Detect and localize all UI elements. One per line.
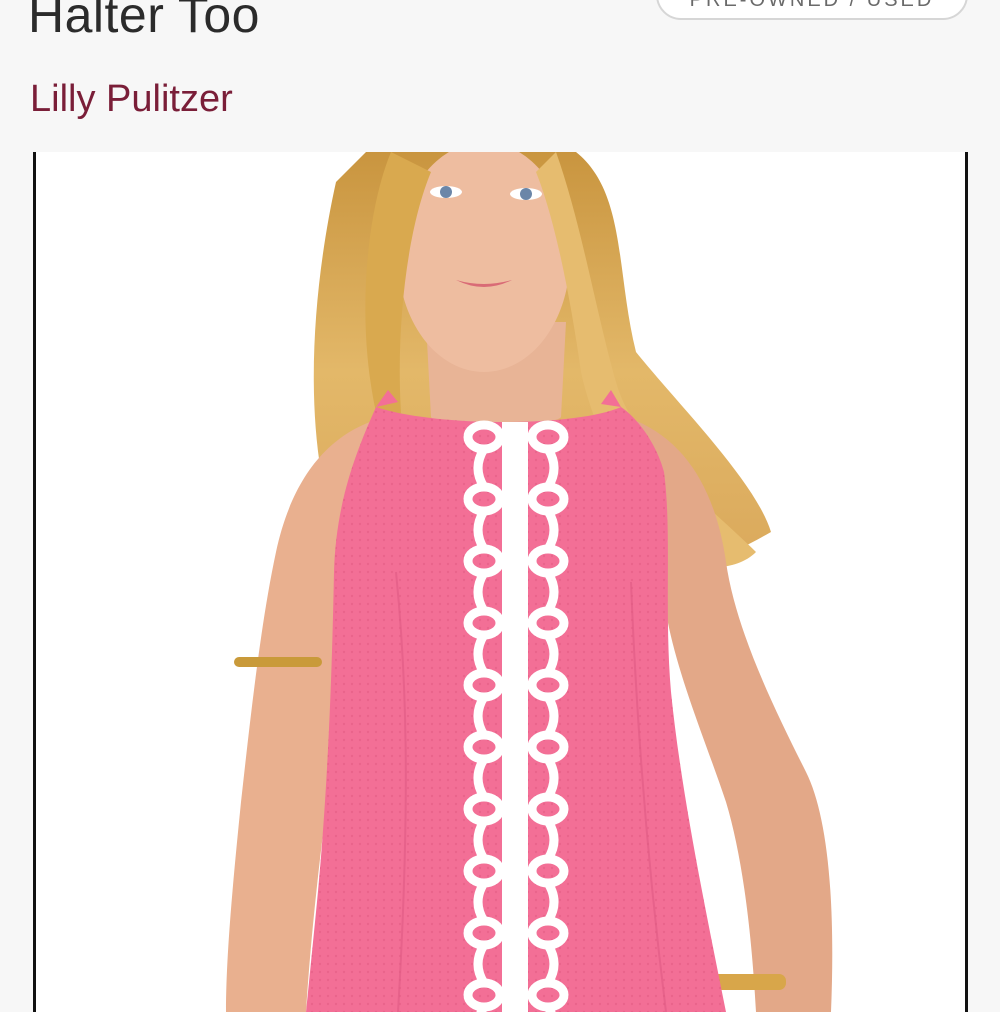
- lace-trim: [463, 420, 569, 1012]
- arm-bangle: [234, 657, 322, 667]
- wrist-bracelet: [712, 974, 786, 990]
- product-photo[interactable]: [33, 152, 968, 1012]
- listing-title: Halter Too: [28, 0, 260, 43]
- lace-scroll: [543, 1002, 556, 1012]
- condition-chip[interactable]: PRE-OWNED / USED: [656, 0, 968, 20]
- product-photo-illustration: [226, 152, 833, 1012]
- lace-scroll: [476, 1002, 489, 1012]
- condition-chip-label: PRE-OWNED / USED: [689, 0, 935, 11]
- brand-link[interactable]: Lilly Pulitzer: [30, 78, 233, 121]
